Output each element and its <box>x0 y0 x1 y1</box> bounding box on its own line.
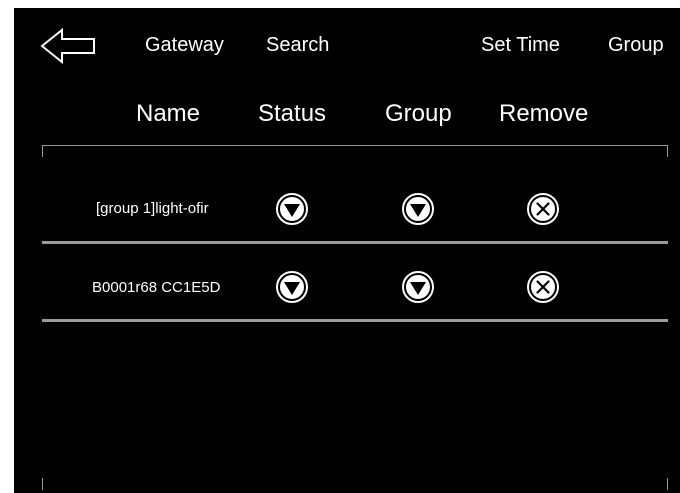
list-corner-tr <box>667 145 668 157</box>
back-arrow-icon[interactable] <box>38 26 98 66</box>
app-screen: Gateway Search Set Time Group Name Statu… <box>14 8 680 493</box>
column-header-status: Status <box>258 100 327 127</box>
nav-group[interactable]: Group <box>608 34 664 57</box>
status-dropdown-icon[interactable] <box>275 270 309 304</box>
nav-gateway[interactable]: Gateway <box>145 34 224 57</box>
column-header-group: Group <box>385 100 452 127</box>
column-header-name: Name <box>136 100 201 127</box>
list-item: B0001r68 CC1E5D <box>42 258 668 318</box>
nav-search[interactable]: Search <box>266 34 329 57</box>
list-top-border <box>42 145 668 146</box>
remove-x-icon[interactable] <box>526 270 560 304</box>
list-corner-bl <box>42 478 43 490</box>
device-name: [group 1]light-ofir <box>96 200 209 217</box>
status-dropdown-icon[interactable] <box>275 192 309 226</box>
list-corner-tl <box>42 145 43 157</box>
device-name: B0001r68 CC1E5D <box>92 279 221 296</box>
nav-set-time[interactable]: Set Time <box>481 34 560 57</box>
row-divider <box>42 241 668 244</box>
row-divider <box>42 319 668 322</box>
top-bar: Gateway Search Set Time Group <box>14 8 680 84</box>
list-corner-br <box>667 478 668 490</box>
column-header-remove: Remove <box>499 100 589 127</box>
list-item: [group 1]light-ofir <box>42 179 668 239</box>
group-dropdown-icon[interactable] <box>401 192 435 226</box>
group-dropdown-icon[interactable] <box>401 270 435 304</box>
remove-x-icon[interactable] <box>526 192 560 226</box>
